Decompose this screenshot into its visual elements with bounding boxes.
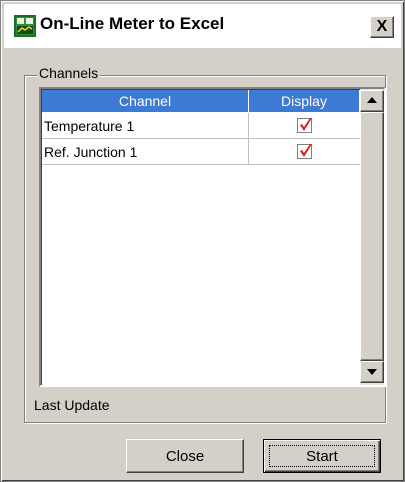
scroll-down-button[interactable]: [360, 361, 384, 383]
close-button[interactable]: Close: [126, 439, 244, 473]
vertical-scrollbar[interactable]: [360, 89, 384, 385]
checkmark-icon: [300, 118, 312, 131]
start-button[interactable]: Start: [263, 439, 381, 473]
channels-group-label: Channels: [37, 65, 101, 81]
last-update-label: Last Update: [34, 397, 110, 413]
channel-name: Temperature 1: [42, 113, 249, 138]
display-checkbox[interactable]: [297, 144, 312, 159]
arrow-up-icon: [367, 97, 377, 103]
channels-list[interactable]: Channel Display Temperature 1 Ref. Junct…: [39, 87, 386, 387]
table-row[interactable]: Temperature 1: [42, 113, 360, 139]
arrow-down-icon: [367, 369, 377, 375]
column-header-channel[interactable]: Channel: [42, 90, 249, 113]
title-bar[interactable]: On-Line Meter to Excel X: [4, 4, 401, 48]
dialog-window: On-Line Meter to Excel X Channels Channe…: [0, 0, 405, 482]
scroll-up-button[interactable]: [360, 90, 384, 112]
channel-name: Ref. Junction 1: [42, 139, 249, 164]
table-row[interactable]: Ref. Junction 1: [42, 139, 360, 165]
close-icon: X: [376, 18, 388, 35]
excel-meter-icon: [14, 15, 36, 37]
display-cell: [249, 139, 360, 164]
column-header-display[interactable]: Display: [249, 90, 360, 113]
focus-rect: [269, 445, 375, 467]
list-header: Channel Display: [42, 90, 360, 113]
scroll-thumb[interactable]: [360, 112, 384, 361]
display-cell: [249, 113, 360, 138]
close-button-label: Close: [165, 447, 205, 465]
display-checkbox[interactable]: [297, 118, 312, 133]
checkmark-icon: [300, 144, 312, 157]
close-window-button[interactable]: X: [370, 16, 394, 38]
window-title: On-Line Meter to Excel: [40, 14, 225, 33]
